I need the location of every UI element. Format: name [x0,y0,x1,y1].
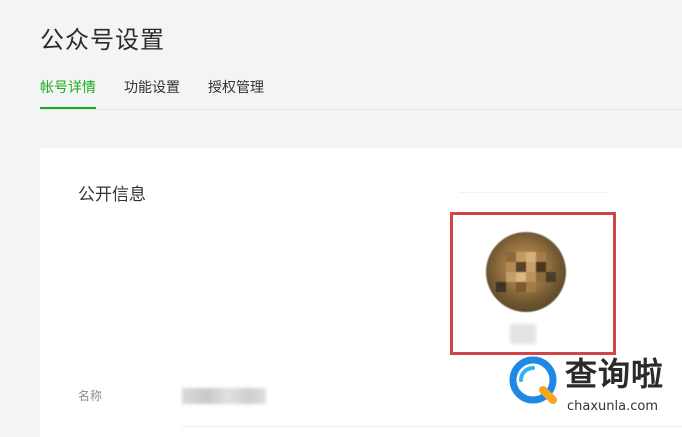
watermark-url: chaxunla.com [567,399,658,414]
avatar-caption [510,324,536,344]
tab-feature-settings[interactable]: 功能设置 [124,76,180,107]
section-title: 公开信息 [78,185,146,205]
name-field-value [182,388,266,404]
watermark-text: 查询啦 [565,355,665,393]
page-title: 公众号设置 [40,26,165,54]
tab-account-details[interactable]: 帐号详情 [40,76,96,109]
tab-authorization-management[interactable]: 授权管理 [208,76,264,107]
watermark: 查询啦 chaxunla.com [505,350,675,430]
divider [460,192,610,193]
tab-bar: 帐号详情 功能设置 授权管理 [40,76,682,110]
name-field-label: 名称 [78,389,103,403]
search-q-icon [509,356,557,404]
